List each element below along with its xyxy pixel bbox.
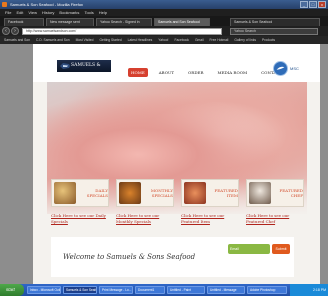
card-header: FEATURED CHEF	[246, 179, 304, 207]
bookmark-item[interactable]: Gallery of links	[234, 36, 256, 44]
nav-home[interactable]: HOME	[128, 68, 148, 77]
bookmark-item[interactable]: Gmail	[195, 36, 204, 44]
card-featured-chef: FEATURED CHEF Click Here to see our Feat…	[246, 179, 304, 239]
tab-facebook[interactable]: Facebook	[4, 18, 44, 26]
bookmark-item[interactable]: Free Hotmail	[210, 36, 229, 44]
maximize-button[interactable]: □	[309, 1, 317, 8]
email-input[interactable]: Email	[228, 244, 270, 254]
card-title: DAILY SPECIALS	[86, 188, 108, 198]
submit-button[interactable]: Submit	[272, 244, 290, 254]
window-titlebar: Samuels & Son Seafood - Mozilla Firefox …	[0, 0, 328, 9]
card-title: FEATURED ITEM	[214, 188, 238, 198]
card-featured-item: FEATURED ITEM Click Here to see our Feat…	[181, 179, 239, 239]
close-button[interactable]: x	[318, 1, 326, 8]
url-field[interactable]: http://www.samuelsandson.com/	[22, 28, 222, 35]
msc-logo-icon[interactable]	[273, 61, 288, 76]
card-link[interactable]: Click Here to see our Featured Item	[181, 207, 239, 225]
site-header: SAMUELS & SON SEAFOOD HOME ABOUT ORDER M…	[33, 44, 320, 82]
page-margin-left	[0, 44, 33, 284]
bookmark-item[interactable]: Facebook	[174, 36, 188, 44]
menu-bar: File Edit View History Bookmarks Tools H…	[0, 9, 328, 16]
navigation-toolbar: ‹ › http://www.samuelsandson.com/ Yahoo …	[0, 26, 328, 36]
bookmark-item[interactable]: Samuels and Son	[4, 36, 30, 44]
card-daily-specials: DAILY SPECIALS Click Here to see our Dai…	[51, 179, 109, 239]
bookmark-item[interactable]: C.D. Samuels and Son	[36, 36, 70, 44]
web-page: SAMUELS & SON SEAFOOD HOME ABOUT ORDER M…	[33, 44, 320, 284]
bookmark-item[interactable]: Yahoo!	[158, 36, 168, 44]
nav-about[interactable]: ABOUT	[156, 68, 177, 77]
bookmark-item[interactable]: Getting Started	[99, 36, 121, 44]
specials-cards: DAILY SPECIALS Click Here to see our Dai…	[51, 179, 304, 239]
menu-edit[interactable]: Edit	[16, 9, 23, 16]
card-title: FEATURED CHEF	[279, 188, 303, 198]
taskbar-item-active[interactable]: Samuels & Son Seafo...	[63, 286, 97, 294]
firefox-icon	[2, 2, 7, 7]
bookmarks-toolbar: Samuels and Son C.D. Samuels and Son Mos…	[0, 36, 328, 44]
menu-file[interactable]: File	[5, 9, 11, 16]
system-tray-clock[interactable]: 2:18 PM	[290, 284, 328, 296]
tab-new-message[interactable]: New message sent	[46, 18, 94, 26]
msc-label: MSC	[290, 66, 299, 71]
search-field[interactable]: Yahoo Search	[230, 28, 318, 35]
welcome-panel: Welcome to Samuels & Sons Seafood	[51, 237, 233, 277]
bookmark-item[interactable]: Latest Headlines	[128, 36, 153, 44]
card-link[interactable]: Click Here to see our Daily Specials	[51, 207, 109, 225]
window-title: Samuels & Son Seafood - Mozilla Firefox	[10, 2, 83, 7]
food-image	[119, 182, 141, 204]
food-image	[184, 182, 206, 204]
taskbar-item[interactable]: Print Message - Lo...	[99, 286, 133, 294]
card-header: DAILY SPECIALS	[51, 179, 109, 207]
menu-bookmarks[interactable]: Bookmarks	[59, 9, 79, 16]
taskbar-item[interactable]: Inbox - Microsoft Outl...	[27, 286, 61, 294]
menu-help[interactable]: Help	[99, 9, 107, 16]
nav-order[interactable]: ORDER	[185, 68, 206, 77]
tab-yahoo-search[interactable]: Yahoo Search - Signed in	[96, 18, 152, 26]
card-header: MONTHLY SPECIALS	[116, 179, 174, 207]
bookmark-item[interactable]: Most Visited	[76, 36, 94, 44]
tab-samuels-son[interactable]: Samuels & Son Seafood	[230, 18, 320, 26]
taskbar-item[interactable]: Adobe Photoshop	[247, 286, 287, 294]
newsletter-panel: Email Submit	[228, 237, 294, 277]
site-nav: HOME ABOUT ORDER MEDIA ROOM CONTACT	[128, 68, 285, 77]
menu-view[interactable]: View	[28, 9, 37, 16]
forward-button[interactable]: ›	[11, 27, 19, 35]
start-button[interactable]: start	[0, 284, 24, 296]
minimize-button[interactable]: _	[300, 1, 308, 8]
welcome-heading: Welcome to Samuels & Sons Seafood	[63, 253, 196, 261]
card-monthly-specials: MONTHLY SPECIALS Click Here to see our M…	[116, 179, 174, 239]
tab-bar: Facebook New message sent Yahoo Search -…	[0, 16, 328, 26]
site-logo[interactable]: SAMUELS & SON SEAFOOD	[57, 60, 111, 80]
fish-icon	[60, 63, 70, 69]
card-header: FEATURED ITEM	[181, 179, 239, 207]
nav-media-room[interactable]: MEDIA ROOM	[214, 68, 250, 77]
menu-history[interactable]: History	[42, 9, 54, 16]
taskbar-item[interactable]: Untitled - Paint	[167, 286, 205, 294]
back-button[interactable]: ‹	[2, 27, 10, 35]
taskbar-item[interactable]: Document1	[135, 286, 165, 294]
chef-image	[249, 182, 271, 204]
bookmark-item[interactable]: Products	[262, 36, 275, 44]
menu-tools[interactable]: Tools	[84, 9, 93, 16]
card-link[interactable]: Click Here to see our Monthly Specials	[116, 207, 174, 225]
food-image	[54, 182, 76, 204]
scrollbar[interactable]	[320, 44, 328, 284]
card-link[interactable]: Click Here to see our Featured Chef	[246, 207, 304, 225]
window-controls: _ □ x	[300, 1, 326, 8]
card-title: MONTHLY SPECIALS	[150, 188, 173, 198]
taskbar: start Inbox - Microsoft Outl... Samuels …	[0, 284, 328, 296]
site-logo-text: SAMUELS & SON SEAFOOD	[71, 63, 107, 80]
tab-samuels-active[interactable]: Samuels and Son Seafood	[154, 18, 210, 26]
taskbar-item[interactable]: Untitled - Message	[207, 286, 245, 294]
